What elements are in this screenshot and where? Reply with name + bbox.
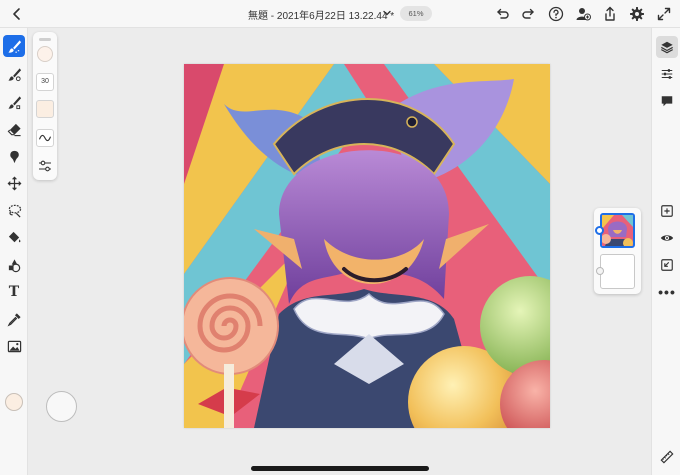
vector-brush-tool[interactable] — [3, 91, 25, 113]
right-toolbar: ••• — [651, 28, 680, 475]
layer-options-handle-2[interactable] — [596, 267, 604, 275]
canvas-artwork[interactable] — [184, 64, 550, 428]
transform-tool[interactable] — [3, 172, 25, 194]
add-user-icon[interactable] — [574, 5, 592, 23]
type-icon: T — [8, 284, 20, 300]
settings-gear-icon[interactable] — [628, 5, 646, 23]
comments-icon — [661, 96, 673, 107]
undo-icon[interactable] — [493, 5, 511, 23]
pixel-brush-icon — [7, 39, 21, 53]
ruler-button[interactable] — [656, 446, 678, 468]
more-options-button[interactable]: ••• — [656, 281, 678, 303]
left-toolbar: T — [0, 28, 28, 475]
vector-brush-icon — [7, 95, 21, 109]
home-indicator[interactable] — [251, 466, 429, 471]
top-bar: 無題 - 2021年6月22日 13.22.44 * 61% — [0, 0, 680, 28]
touch-modifier-button[interactable] — [46, 391, 77, 422]
layer-preview-image — [602, 215, 633, 246]
layer-thumbnail-1[interactable] — [600, 213, 635, 248]
live-brush-icon — [7, 67, 21, 81]
adjustments-icon — [661, 69, 673, 79]
eyedropper-tool[interactable] — [3, 308, 25, 330]
adjustments-button[interactable] — [656, 63, 678, 85]
zoom-level[interactable]: 61% — [400, 6, 432, 21]
shape-tool[interactable] — [3, 254, 25, 276]
brush-stroke-preview[interactable] — [36, 129, 54, 147]
transform-icon — [7, 176, 21, 190]
document-title[interactable]: 無題 - 2021年6月22日 13.22.44 * — [248, 7, 394, 22]
layer-options-handle[interactable] — [595, 226, 604, 235]
brush-settings-icon[interactable] — [37, 158, 53, 174]
panel-grip-handle[interactable] — [39, 38, 51, 41]
layer-thumbnail-2[interactable] — [600, 254, 635, 289]
share-icon[interactable] — [601, 5, 619, 23]
pixel-brush-tool[interactable] — [3, 35, 25, 57]
comments-button[interactable] — [656, 90, 678, 112]
eyedropper-icon — [7, 312, 21, 326]
shape-icon — [8, 258, 20, 272]
add-layer-icon — [661, 205, 673, 217]
image-tool[interactable] — [3, 335, 25, 357]
live-brush-tool[interactable] — [3, 63, 25, 85]
type-tool[interactable]: T — [3, 281, 25, 303]
more-options-icon: ••• — [658, 284, 676, 300]
help-icon[interactable] — [547, 5, 565, 23]
lasso-tool[interactable] — [3, 199, 25, 221]
add-layer-button[interactable] — [656, 200, 678, 222]
back-chevron-icon[interactable] — [8, 5, 26, 23]
eraser-icon — [7, 123, 21, 136]
ruler-icon — [660, 450, 674, 464]
dropdown-chevron-icon[interactable] — [381, 7, 393, 19]
brush-size-field[interactable]: 30 — [36, 73, 54, 91]
layers-panel — [594, 208, 641, 294]
visibility-button[interactable] — [656, 227, 678, 249]
smudge-tool[interactable] — [3, 145, 25, 167]
redo-icon[interactable] — [520, 5, 538, 23]
eraser-tool[interactable] — [3, 118, 25, 140]
current-color-swatch[interactable] — [5, 393, 23, 411]
artwork-illustration — [184, 64, 550, 428]
fill-bucket-icon — [8, 231, 20, 242]
stroke-wave-icon — [39, 134, 51, 142]
brush-color-dot[interactable] — [37, 46, 53, 62]
fullscreen-icon[interactable] — [655, 5, 673, 23]
brush-flow-swatch[interactable] — [36, 100, 54, 118]
import-icon — [661, 259, 673, 271]
fill-tool[interactable] — [3, 226, 25, 248]
import-button[interactable] — [656, 254, 678, 276]
smudge-icon — [9, 150, 19, 163]
image-icon — [7, 340, 21, 352]
brush-settings-panel: 30 — [33, 32, 57, 180]
lasso-selection-icon — [8, 204, 21, 217]
layers-button[interactable] — [656, 36, 678, 58]
visibility-eye-icon — [660, 235, 674, 241]
layers-icon — [661, 41, 673, 54]
